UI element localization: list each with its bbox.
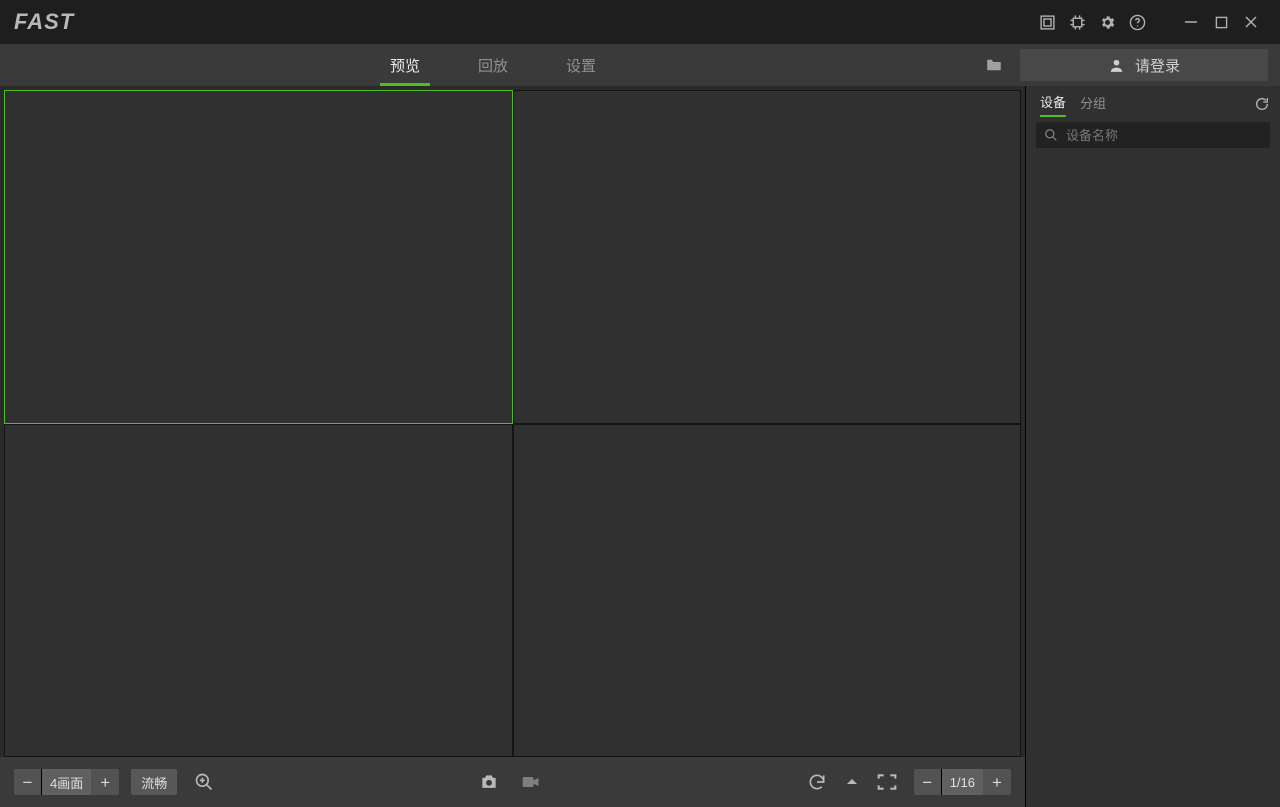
title-bar: FAST [0, 0, 1280, 44]
tab-preview[interactable]: 预览 [386, 44, 424, 86]
camera-icon[interactable] [474, 767, 504, 797]
layout-label: 4画面 [42, 769, 91, 795]
gear-icon[interactable] [1092, 0, 1122, 44]
app-logo: FAST [14, 9, 74, 35]
folder-icon[interactable] [978, 49, 1010, 81]
device-search-input[interactable] [1064, 127, 1262, 144]
video-grid [4, 90, 1021, 757]
device-list [1026, 156, 1280, 807]
video-cell-2[interactable] [513, 90, 1022, 424]
tab-playback[interactable]: 回放 [474, 44, 512, 86]
main-panel: − 4画面 + 流畅 [0, 86, 1026, 807]
video-cell-1[interactable] [4, 90, 513, 424]
sidebar-tab-device[interactable]: 设备 [1040, 92, 1066, 117]
page-indicator: 1/16 [942, 769, 983, 795]
video-record-icon[interactable] [516, 767, 546, 797]
login-button[interactable]: 请登录 [1020, 49, 1268, 81]
user-icon [1108, 57, 1125, 74]
fullscreen-icon[interactable] [872, 767, 902, 797]
page-next-button[interactable]: + [983, 769, 1011, 795]
video-cell-4[interactable] [513, 424, 1022, 758]
video-cell-3[interactable] [4, 424, 513, 758]
close-icon[interactable] [1236, 0, 1266, 44]
help-icon[interactable] [1122, 0, 1152, 44]
device-search [1036, 122, 1270, 148]
login-label: 请登录 [1135, 55, 1180, 76]
zoom-in-icon[interactable] [189, 767, 219, 797]
layout-stepper: − 4画面 + [14, 769, 119, 795]
refresh-icon[interactable] [1254, 96, 1270, 112]
sidebar-tab-group[interactable]: 分组 [1080, 93, 1106, 116]
stream-mode-button[interactable]: 流畅 [131, 769, 177, 795]
layout-increase-button[interactable]: + [91, 769, 119, 795]
control-bar: − 4画面 + 流畅 [0, 757, 1025, 807]
maximize-icon[interactable] [1206, 0, 1236, 44]
screenshot-tool-icon[interactable] [1032, 0, 1062, 44]
tab-settings[interactable]: 设置 [562, 44, 600, 86]
search-icon [1044, 128, 1058, 142]
cpu-chip-icon[interactable] [1062, 0, 1092, 44]
page-prev-button[interactable]: − [914, 769, 942, 795]
minimize-icon[interactable] [1176, 0, 1206, 44]
device-sidebar: 设备 分组 [1026, 86, 1280, 807]
page-stepper: − 1/16 + [914, 769, 1011, 795]
collapse-up-icon[interactable] [844, 767, 860, 797]
sidebar-tabs: 设备 分组 [1026, 86, 1280, 122]
main-tab-bar: 预览 回放 设置 请登录 [0, 44, 1280, 86]
auto-cycle-icon[interactable] [802, 767, 832, 797]
layout-decrease-button[interactable]: − [14, 769, 42, 795]
